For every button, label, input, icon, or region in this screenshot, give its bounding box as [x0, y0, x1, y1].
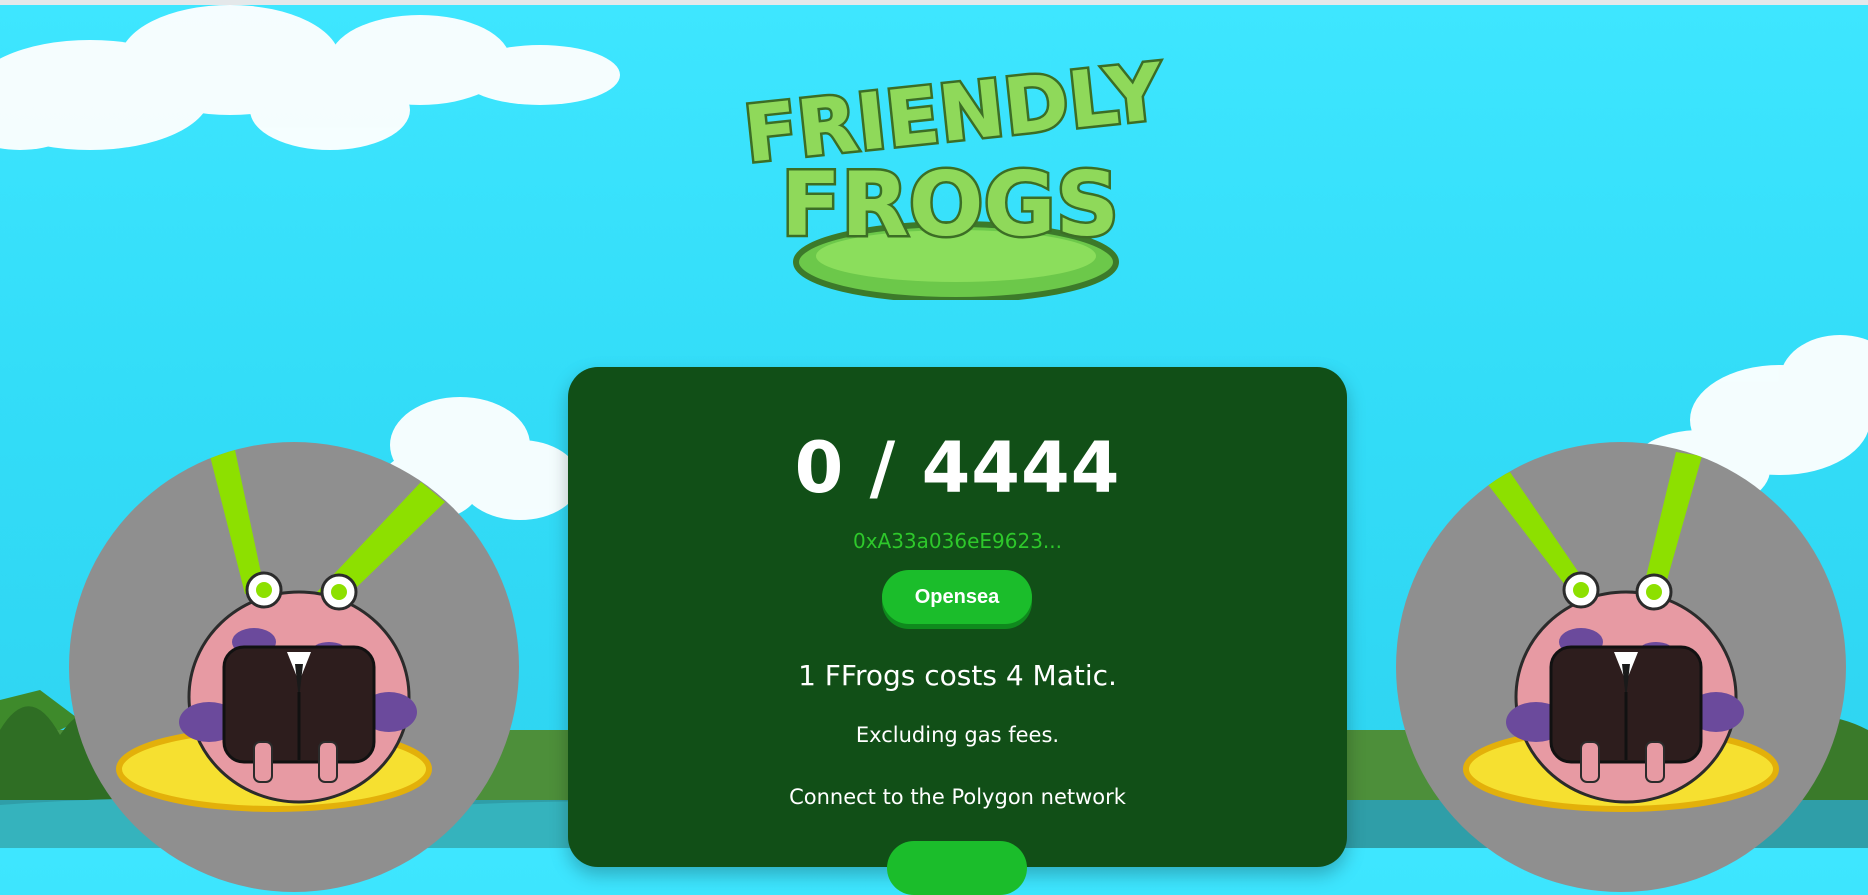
mint-counter: 0 / 4444 [794, 427, 1121, 509]
opensea-button[interactable]: Opensea [882, 570, 1032, 624]
contract-address-link[interactable]: 0xA33a036eE9623... [568, 529, 1347, 553]
mint-cost-text: 1 FFrogs costs 4 Matic. [798, 659, 1117, 692]
frog-nft-image-left [69, 442, 519, 892]
frog-illustration [1463, 452, 1779, 812]
friendly-frogs-logo: FRIENDLY FROGS [737, 45, 1171, 300]
network-note: Connect to the Polygon network [789, 785, 1126, 809]
connect-button[interactable] [887, 841, 1027, 895]
gas-fee-note: Excluding gas fees. [855, 723, 1060, 747]
mint-panel: 0 / 4444 0xA33a036eE9623... Opensea 1 FF… [568, 367, 1347, 895]
logo-line2: FROGS [781, 153, 1119, 256]
frog-illustration [116, 450, 445, 812]
frog-nft-image-right [1396, 442, 1846, 892]
